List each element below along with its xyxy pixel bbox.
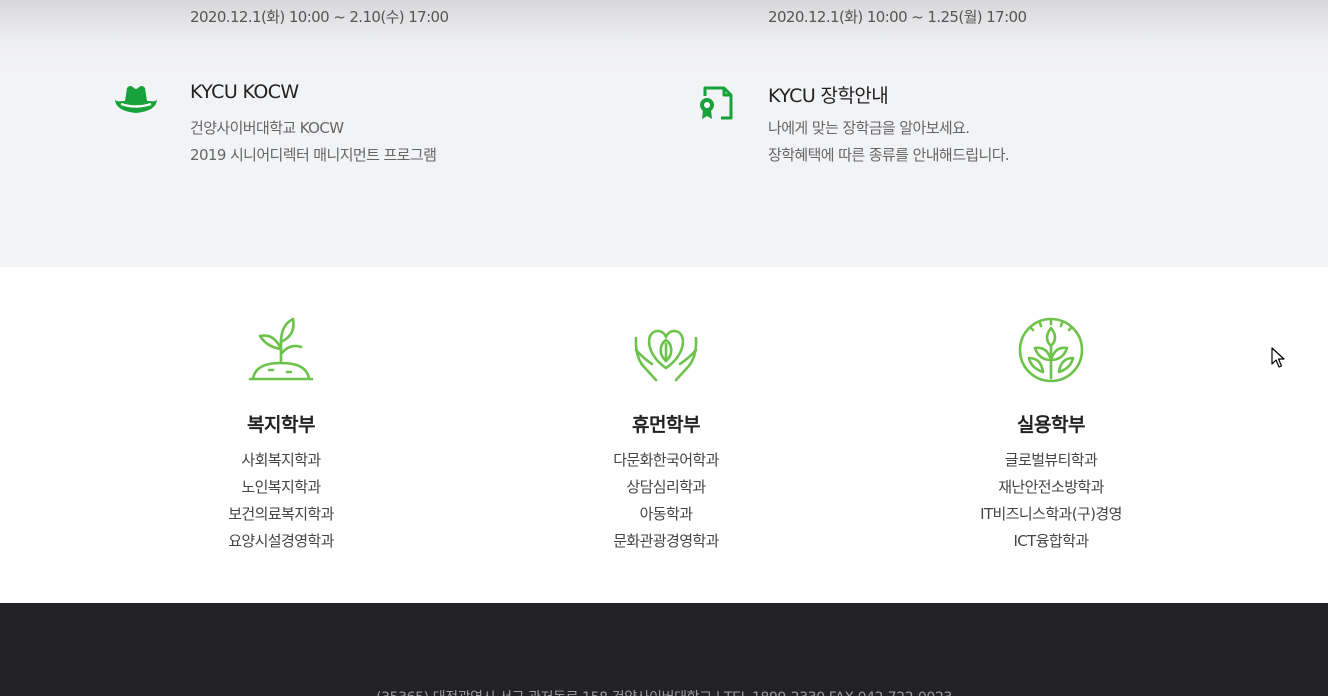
notice-desc: 장학혜택에 따른 종류를 안내해드립니다. [768, 146, 1010, 164]
notice-desc: 2019 시니어디렉터 매니지먼트 프로그램 [190, 146, 437, 164]
department-welfare[interactable]: 복지학부 사회복지학과 노인복지학과 보건의료복지학과 요양시설경영학과 [131, 316, 431, 555]
major-link[interactable]: 사회복지학과 [131, 447, 431, 474]
major-link[interactable]: 상담심리학과 [516, 474, 816, 501]
major-link[interactable]: 보건의료복지학과 [131, 501, 431, 528]
notice-title: KYCU 장학안내 [768, 85, 889, 107]
department-practical[interactable]: 실용학부 글로벌뷰티학과 재난안전소방학과 IT비즈니스학과(구)경영 ICT융… [901, 316, 1201, 555]
heart-leaf-hands-icon [634, 329, 698, 382]
department-title: 휴먼학부 [632, 414, 700, 436]
notice-section: 2020.12.1(화) 10:00 ~ 2.10(수) 17:00 2020.… [0, 0, 1328, 267]
notice-title: KYCU KOCW [190, 81, 299, 103]
department-human[interactable]: 휴먼학부 다문화한국어학과 상담심리학과 아동학과 문화관광경영학과 [516, 316, 816, 555]
major-link[interactable]: 요양시설경영학과 [131, 528, 431, 555]
department-title: 복지학부 [247, 414, 315, 436]
footer-address: (35365) 대전광역시 서구 관저동로 158 건양사이버대학교 | TEL… [0, 687, 1328, 696]
major-link[interactable]: 노인복지학과 [131, 474, 431, 501]
major-link[interactable]: 아동학과 [516, 501, 816, 528]
sprout-icon [248, 317, 314, 381]
major-link[interactable]: IT비즈니스학과(구)경영 [901, 501, 1201, 528]
notice-date: 2020.12.1(화) 10:00 ~ 1.25(월) 17:00 [768, 8, 1027, 26]
major-link[interactable]: 다문화한국어학과 [516, 447, 816, 474]
major-list: 사회복지학과 노인복지학과 보건의료복지학과 요양시설경영학과 [131, 447, 431, 555]
major-list: 글로벌뷰티학과 재난안전소방학과 IT비즈니스학과(구)경영 ICT융합학과 [901, 447, 1201, 555]
leaves-circle-icon [1018, 317, 1084, 383]
notice-date: 2020.12.1(화) 10:00 ~ 2.10(수) 17:00 [190, 8, 449, 26]
hat-icon [115, 86, 157, 113]
major-link[interactable]: 문화관광경영학과 [516, 528, 816, 555]
major-link[interactable]: 재난안전소방학과 [901, 474, 1201, 501]
department-title: 실용학부 [1017, 414, 1085, 436]
mouse-cursor-icon [1271, 347, 1285, 368]
footer: (35365) 대전광역시 서구 관저동로 158 건양사이버대학교 | TEL… [0, 603, 1328, 696]
major-link[interactable]: ICT융합학과 [901, 528, 1201, 555]
certificate-icon [700, 86, 733, 120]
major-link[interactable]: 글로벌뷰티학과 [901, 447, 1201, 474]
notice-desc: 건양사이버대학교 KOCW [190, 119, 344, 137]
notice-desc: 나에게 맞는 장학금을 알아보세요. [768, 119, 970, 137]
major-list: 다문화한국어학과 상담심리학과 아동학과 문화관광경영학과 [516, 447, 816, 555]
